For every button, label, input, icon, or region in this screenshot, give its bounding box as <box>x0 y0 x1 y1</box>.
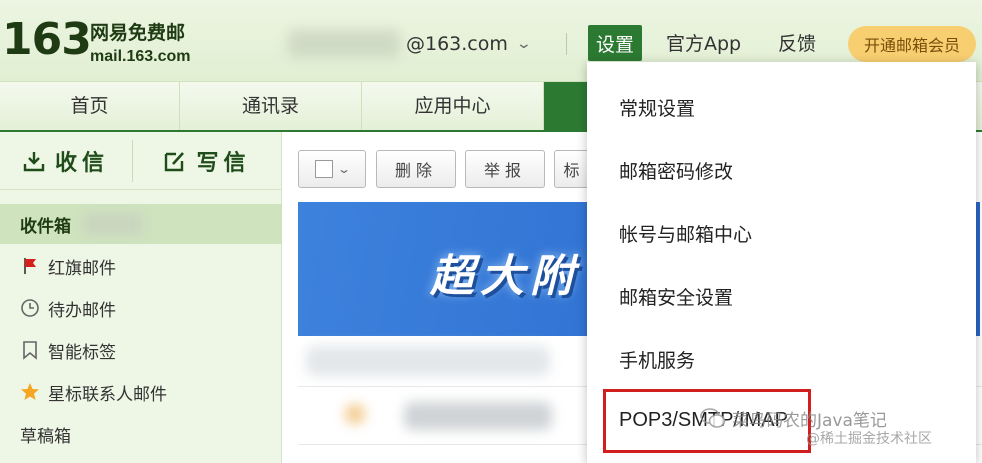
bookmark-icon <box>20 340 40 360</box>
folder-label: 红旗邮件 <box>48 258 116 279</box>
folder-todo[interactable]: 待办邮件 <box>0 288 282 328</box>
vip-button[interactable]: 开通邮箱会员 <box>848 26 976 62</box>
folder-label: 星标联系人邮件 <box>48 384 167 405</box>
receive-button[interactable]: 收信 <box>0 132 132 190</box>
watermark-text: 菜鸟码农的Java笔记 <box>732 410 887 431</box>
tab-app-center[interactable]: 应用中心 <box>362 82 544 130</box>
menu-item-general-settings[interactable]: 常规设置 <box>587 76 976 139</box>
write-label: 写信 <box>196 151 251 176</box>
banner-text: 超大附 <box>430 251 580 302</box>
star-icon <box>20 382 40 402</box>
wechat-icon <box>700 408 726 428</box>
folder-flagged[interactable]: 红旗邮件 <box>0 246 282 286</box>
red-flag-icon <box>20 257 40 275</box>
folder-smart-tags[interactable]: 智能标签 <box>0 330 282 370</box>
folder-label: 智能标签 <box>48 342 116 363</box>
folder-label: 收件箱 <box>20 216 71 237</box>
write-button[interactable]: 写信 <box>133 132 282 190</box>
account-name-blurred <box>288 30 400 58</box>
official-app-link[interactable]: 官方App <box>666 28 741 60</box>
unread-count-blurred <box>83 213 143 235</box>
report-button[interactable]: 举报 <box>465 150 545 188</box>
edit-icon <box>165 152 185 172</box>
delete-button[interactable]: 删除 <box>376 150 456 188</box>
folder-label: 草稿箱 <box>20 426 71 447</box>
menu-item-account-center[interactable]: 帐号与邮箱中心 <box>587 202 976 265</box>
sidebar: 收信 写信 收件箱 红旗邮件 待办邮件 智能标签 星标联系人邮件 草稿箱 <box>0 132 282 463</box>
tab-home[interactable]: 首页 <box>0 82 180 130</box>
header-divider <box>566 33 567 55</box>
account-selector[interactable]: @163.com ⌄ <box>406 28 532 60</box>
account-domain: @163.com <box>406 33 508 55</box>
mail-row-icon-blurred <box>345 404 365 424</box>
logo-title: 网易免费邮 <box>90 22 186 44</box>
compose-row: 收信 写信 <box>0 132 282 190</box>
tab-contacts[interactable]: 通讯录 <box>180 82 362 130</box>
clock-icon <box>20 298 40 318</box>
watermark-source: @稀土掘金技术社区 <box>806 431 932 447</box>
download-icon <box>23 152 45 172</box>
folder-inbox[interactable]: 收件箱 <box>0 204 282 244</box>
menu-item-change-password[interactable]: 邮箱密码修改 <box>587 139 976 202</box>
receive-label: 收信 <box>54 151 109 176</box>
chevron-down-icon: ⌄ <box>515 36 532 52</box>
folder-starred-contacts[interactable]: 星标联系人邮件 <box>0 372 282 412</box>
select-all-dropdown[interactable]: ⌄ <box>298 150 366 188</box>
menu-item-security-settings[interactable]: 邮箱安全设置 <box>587 265 976 328</box>
chevron-down-icon: ⌄ <box>336 162 352 176</box>
settings-button[interactable]: 设置 <box>588 25 642 61</box>
logo-url: mail.163.com <box>90 48 191 65</box>
logo-number[interactable]: 163 <box>2 12 92 68</box>
select-all-checkbox[interactable] <box>314 160 333 178</box>
folder-drafts[interactable]: 草稿箱 <box>0 414 282 454</box>
feedback-link[interactable]: 反馈 <box>778 28 816 60</box>
folder-label: 待办邮件 <box>48 300 116 321</box>
menu-item-mobile-service[interactable]: 手机服务 <box>587 328 976 391</box>
mail-row-blurred <box>306 346 550 376</box>
mail-row-blurred <box>404 402 552 430</box>
